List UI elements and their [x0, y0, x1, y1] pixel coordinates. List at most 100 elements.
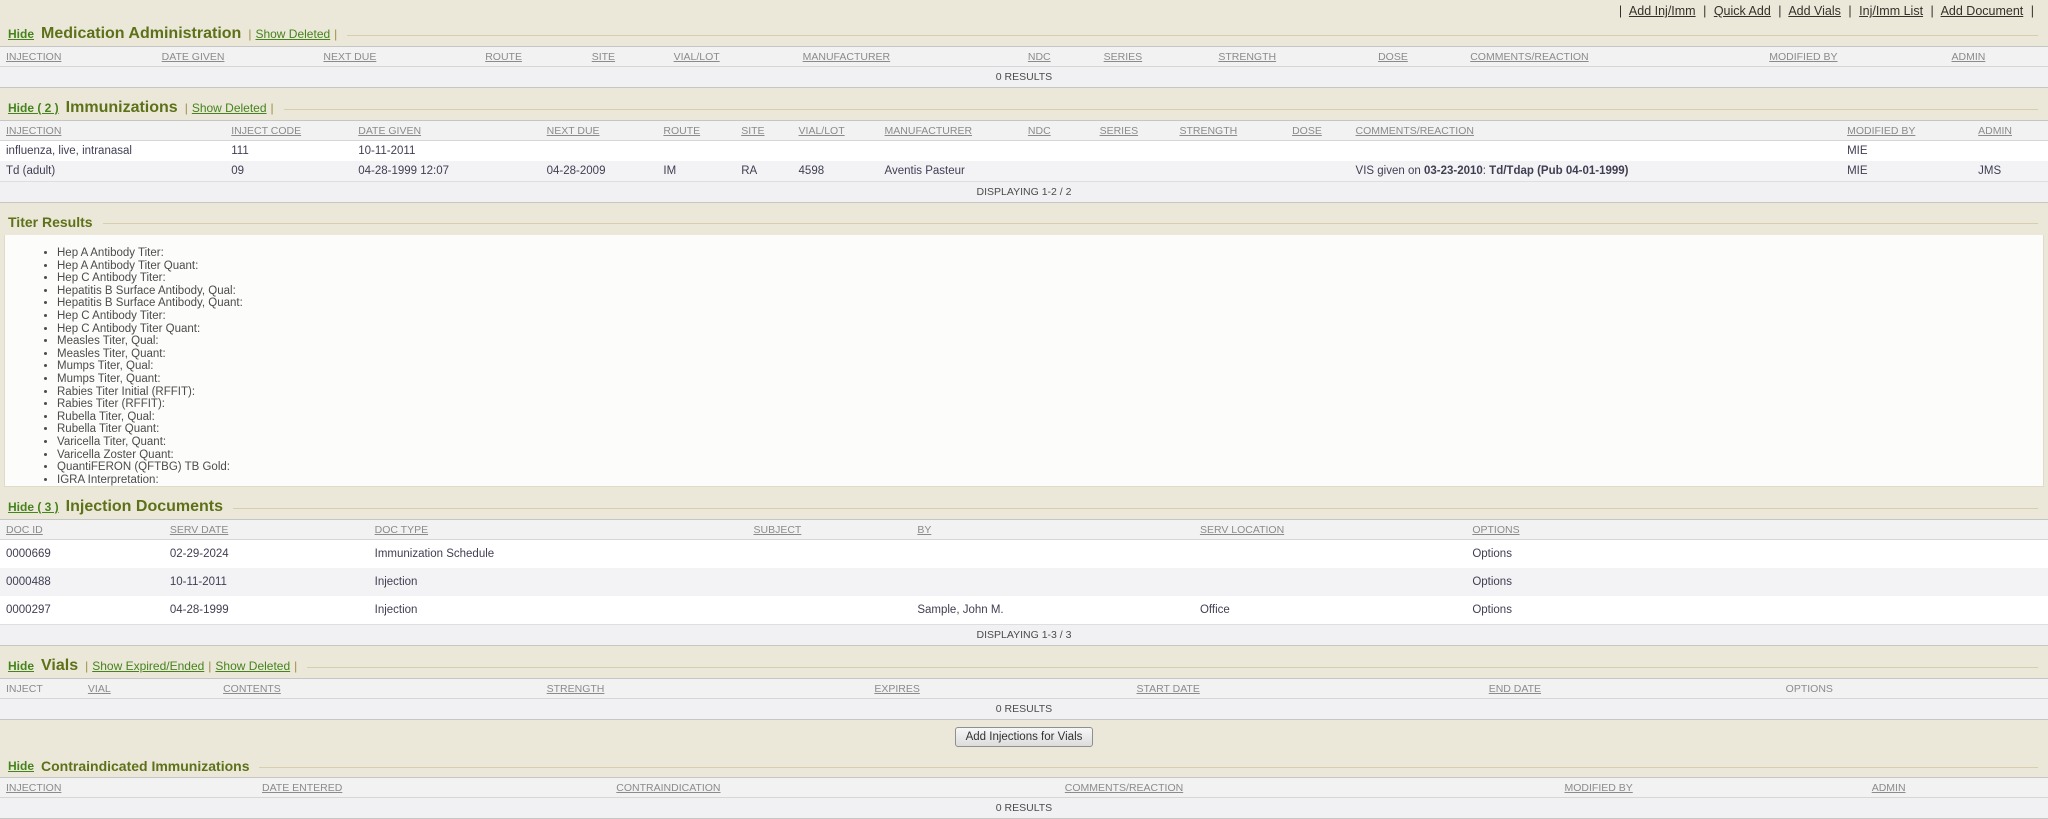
cell-vial-lot [793, 141, 879, 162]
injection-documents-hide-link[interactable]: Hide ( 3 ) [8, 500, 59, 514]
add-injections-for-vials-button[interactable]: Add Injections for Vials [955, 727, 1094, 747]
cell-subject [748, 568, 912, 596]
col-header-dose[interactable]: DOSE [1286, 121, 1349, 141]
col-header-series[interactable]: SERIES [1098, 47, 1213, 67]
list-item: Hep A Antibody Titer: [57, 247, 2033, 260]
list-item: Varicella Titer, Quant: [57, 436, 2033, 449]
col-header-series[interactable]: SERIES [1094, 121, 1174, 141]
col-header-admin[interactable]: ADMIN [1972, 121, 2048, 141]
cell-dose [1286, 161, 1349, 182]
contraindicated-hide-link[interactable]: Hide [8, 759, 34, 773]
list-item: Measles Titer, Qual: [57, 335, 2033, 348]
col-header-next-due[interactable]: NEXT DUE [317, 47, 479, 67]
col-header-admin[interactable]: ADMIN [1866, 778, 2048, 798]
cell-serv-location [1194, 568, 1466, 596]
col-header-route[interactable]: ROUTE [657, 121, 735, 141]
col-header-contents[interactable]: CONTENTS [217, 679, 541, 699]
col-header-injection[interactable]: INJECTION [0, 121, 225, 141]
medication-administration-status: 0 RESULTS [0, 67, 2048, 88]
comments-vis-name: Td/Tdap (Pub 04-01-1999) [1489, 165, 1628, 177]
col-header-date-given[interactable]: DATE GIVEN [352, 121, 540, 141]
col-header-vial[interactable]: VIAL [82, 679, 217, 699]
col-header-start-date[interactable]: START DATE [1130, 679, 1482, 699]
cell-vial-lot: 4598 [793, 161, 879, 182]
col-header-manufacturer[interactable]: MANUFACTURER [879, 121, 1022, 141]
cell-serv-date: 02-29-2024 [164, 540, 369, 569]
immunizations-title: Immunizations [66, 99, 178, 117]
col-header-date-given[interactable]: DATE GIVEN [156, 47, 318, 67]
col-header-end-date[interactable]: END DATE [1483, 679, 1780, 699]
cell-site [735, 141, 792, 162]
col-header-strength[interactable]: STRENGTH [1173, 121, 1286, 141]
medication-administration-hide-link[interactable]: Hide [8, 27, 34, 41]
vials-button-row: Add Injections for Vials [0, 720, 2048, 753]
col-header-comments-reaction[interactable]: COMMENTS/REACTION [1059, 778, 1559, 798]
separator: | [1619, 4, 1622, 18]
immunizations-show-deleted-link[interactable]: Show Deleted [192, 101, 267, 115]
col-header-ndc[interactable]: NDC [1022, 47, 1098, 67]
col-header-by[interactable]: BY [911, 520, 1194, 540]
col-header-site[interactable]: SITE [586, 47, 668, 67]
col-header-vial-lot[interactable]: VIAL/LOT [793, 121, 879, 141]
col-header-date-entered[interactable]: DATE ENTERED [256, 778, 610, 798]
comments-text: VIS given on [1356, 165, 1424, 177]
status-row: DISPLAYING 1-2 / 2 [0, 182, 2048, 203]
options-menu-link[interactable]: Options [1472, 576, 1512, 588]
topbar-link-add-document[interactable]: Add Document [1941, 4, 2024, 18]
immunizations-hide-link[interactable]: Hide ( 2 ) [8, 101, 59, 115]
col-header-contraindication[interactable]: CONTRAINDICATION [610, 778, 1059, 798]
topbar-link-add-inj-imm[interactable]: Add Inj/Imm [1629, 4, 1696, 18]
col-header-subject[interactable]: SUBJECT [748, 520, 912, 540]
vials-header: Hide Vials |Show Expired/Ended|Show Dele… [0, 652, 2048, 678]
col-header-manufacturer[interactable]: MANUFACTURER [797, 47, 1022, 67]
vials-show-deleted-link[interactable]: Show Deleted [215, 659, 290, 673]
col-header-doc-type[interactable]: DOC TYPE [369, 520, 748, 540]
col-header-admin[interactable]: ADMIN [1946, 47, 2048, 67]
titer-results-header: Titer Results [0, 209, 2048, 233]
cell-inject-code: 111 [225, 141, 352, 162]
topbar-link-add-vials[interactable]: Add Vials [1788, 4, 1841, 18]
col-header-modified-by[interactable]: MODIFIED BY [1763, 47, 1945, 67]
medication-administration-show-deleted-link[interactable]: Show Deleted [255, 27, 330, 41]
col-header-route[interactable]: ROUTE [479, 47, 585, 67]
list-item: Varicella Zoster Quant: [57, 449, 2033, 462]
col-header-next-due[interactable]: NEXT DUE [541, 121, 658, 141]
col-header-doc-id[interactable]: DOC ID [0, 520, 164, 540]
col-header-injection[interactable]: INJECTION [0, 47, 156, 67]
injection-documents-table: DOC ID SERV DATE DOC TYPE SUBJECT BY SER… [0, 519, 2048, 646]
topbar-link-inj-imm-list[interactable]: Inj/Imm List [1859, 4, 1923, 18]
col-header-ndc[interactable]: NDC [1022, 121, 1094, 141]
cell-injection: influenza, live, intranasal [0, 141, 225, 162]
col-header-injection[interactable]: INJECTION [0, 778, 256, 798]
cell-next-due: 04-28-2009 [541, 161, 658, 182]
col-header-comments-reaction[interactable]: COMMENTS/REACTION [1350, 121, 1842, 141]
vials-title: Vials [41, 657, 78, 675]
cell-serv-date: 10-11-2011 [164, 568, 369, 596]
options-menu-link[interactable]: Options [1472, 604, 1512, 616]
status-row: 0 RESULTS [0, 699, 2048, 720]
immunizations-links: |Show Deleted| [185, 101, 274, 115]
col-header-strength[interactable]: STRENGTH [541, 679, 869, 699]
col-header-inject-code[interactable]: INJECT CODE [225, 121, 352, 141]
section-rule [284, 109, 2038, 110]
col-header-vial-lot[interactable]: VIAL/LOT [668, 47, 797, 67]
col-header-serv-date[interactable]: SERV DATE [164, 520, 369, 540]
vials-show-expired-link[interactable]: Show Expired/Ended [92, 659, 204, 673]
col-header-comments-reaction[interactable]: COMMENTS/REACTION [1464, 47, 1763, 67]
col-header-modified-by[interactable]: MODIFIED BY [1841, 121, 1972, 141]
table-row: 0000488 10-11-2011 Injection Options [0, 568, 2048, 596]
vials-hide-link[interactable]: Hide [8, 659, 34, 673]
list-item: Rubella Titer Quant: [57, 423, 2033, 436]
cell-date-given: 04-28-1999 12:07 [352, 161, 540, 182]
col-header-serv-location[interactable]: SERV LOCATION [1194, 520, 1466, 540]
col-header-dose[interactable]: DOSE [1372, 47, 1464, 67]
col-header-expires[interactable]: EXPIRES [868, 679, 1130, 699]
col-header-options[interactable]: OPTIONS [1466, 520, 2048, 540]
topbar-link-quick-add[interactable]: Quick Add [1714, 4, 1771, 18]
cell-serv-location: Office [1194, 596, 1466, 625]
options-menu-link[interactable]: Options [1472, 548, 1512, 560]
col-header-site[interactable]: SITE [735, 121, 792, 141]
cell-subject [748, 596, 912, 625]
col-header-modified-by[interactable]: MODIFIED BY [1559, 778, 1866, 798]
col-header-strength[interactable]: STRENGTH [1212, 47, 1372, 67]
